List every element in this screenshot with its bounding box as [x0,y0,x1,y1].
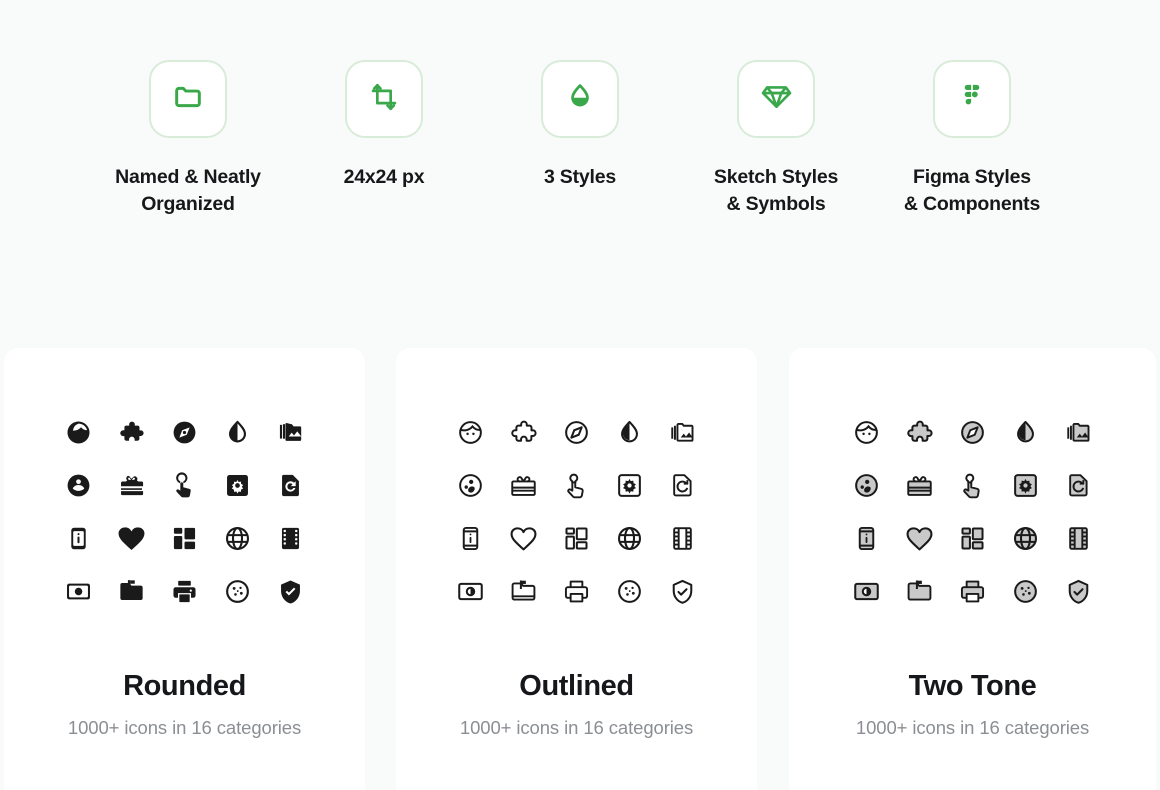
globe-language-icon[interactable] [999,512,1052,565]
icon-grid-outlined [444,406,709,618]
settings-gear-square-icon[interactable] [603,459,656,512]
card-title-rounded: Rounded [123,670,246,702]
figma-logo-icon [957,82,987,117]
cookie-icon[interactable] [211,565,264,618]
verified-shield-icon[interactable] [1052,565,1105,618]
printer-icon[interactable] [158,565,211,618]
water-drop-contrast-icon[interactable] [999,406,1052,459]
feature-label-4: Figma Styles & Components [903,166,1041,215]
feature-item-0: Named & Neatly Organized [90,60,286,218]
touch-app-icon[interactable] [158,459,211,512]
cookie-icon[interactable] [999,565,1052,618]
drive-folder-upload-icon[interactable] [497,565,550,618]
film-strip-icon[interactable] [1052,512,1105,565]
compass-explore-icon[interactable] [946,406,999,459]
settings-gear-square-icon[interactable] [211,459,264,512]
feature-label-1: 24x24 px [343,166,425,188]
verified-shield-icon[interactable] [264,565,317,618]
water-drop-icon [564,81,596,118]
card-giftcard-icon[interactable] [105,459,158,512]
heart-favorite-icon[interactable] [893,512,946,565]
brightness-contrast-icon[interactable] [444,565,497,618]
film-strip-icon[interactable] [264,512,317,565]
feature-icon-box-1 [345,60,423,138]
water-drop-contrast-icon[interactable] [211,406,264,459]
dashboard-layout-icon[interactable] [946,512,999,565]
drive-folder-upload-icon[interactable] [105,565,158,618]
diamond-sketch-icon [760,80,793,118]
card-title-twotone: Two Tone [908,670,1037,702]
feature-icon-box-4 [933,60,1011,138]
restore-page-icon[interactable] [1052,459,1105,512]
cookie-icon[interactable] [603,565,656,618]
style-card-twotone[interactable]: Two Tone 1000+ icons in 16 categories [789,348,1156,790]
puzzle-piece-icon[interactable] [893,406,946,459]
feature-icon-box-3 [737,60,815,138]
group-people-icon[interactable] [444,459,497,512]
phone-info-icon[interactable] [52,512,105,565]
phone-info-icon[interactable] [444,512,497,565]
style-cards-row: Rounded 1000+ icons in 16 categories Out… [0,348,1160,790]
group-people-icon[interactable] [840,459,893,512]
compass-explore-icon[interactable] [550,406,603,459]
globe-language-icon[interactable] [603,512,656,565]
face-child-icon[interactable] [840,406,893,459]
feature-label-2: 3 Styles [543,166,617,188]
face-child-icon[interactable] [52,406,105,459]
printer-icon[interactable] [550,565,603,618]
feature-item-2: 3 Styles [482,60,678,191]
globe-language-icon[interactable] [211,512,264,565]
card-subtitle-outlined: 1000+ icons in 16 categories [459,717,694,738]
photo-library-icon[interactable] [264,406,317,459]
verified-shield-icon[interactable] [656,565,709,618]
puzzle-piece-icon[interactable] [105,406,158,459]
feature-icon-box-2 [541,60,619,138]
feature-item-3: Sketch Styles & Symbols [678,60,874,218]
touch-app-icon[interactable] [946,459,999,512]
drive-folder-upload-icon[interactable] [893,565,946,618]
card-subtitle-twotone: 1000+ icons in 16 categories [855,717,1090,738]
card-giftcard-icon[interactable] [497,459,550,512]
heart-favorite-icon[interactable] [105,512,158,565]
feature-icon-box-0 [149,60,227,138]
style-card-rounded[interactable]: Rounded 1000+ icons in 16 categories [4,348,365,790]
feature-label-0: Named & Neatly Organized [115,166,261,215]
icon-grid-twotone [840,406,1105,618]
face-child-icon[interactable] [444,406,497,459]
printer-icon[interactable] [946,565,999,618]
compass-explore-icon[interactable] [158,406,211,459]
card-giftcard-icon[interactable] [893,459,946,512]
feature-item-4: Figma Styles & Components [874,60,1070,218]
brightness-contrast-icon[interactable] [840,565,893,618]
photo-library-icon[interactable] [656,406,709,459]
dashboard-layout-icon[interactable] [550,512,603,565]
card-subtitle-rounded: 1000+ icons in 16 categories [67,717,302,738]
icon-grid-rounded [52,406,317,618]
puzzle-piece-icon[interactable] [497,406,550,459]
group-people-icon[interactable] [52,459,105,512]
folder-icon [171,80,205,119]
heart-favorite-icon[interactable] [497,512,550,565]
restore-page-icon[interactable] [656,459,709,512]
film-strip-icon[interactable] [656,512,709,565]
feature-label-3: Sketch Styles & Symbols [713,166,839,215]
dashboard-layout-icon[interactable] [158,512,211,565]
phone-info-icon[interactable] [840,512,893,565]
restore-page-icon[interactable] [264,459,317,512]
card-title-outlined: Outlined [519,670,634,702]
brightness-contrast-icon[interactable] [52,565,105,618]
crop-resize-icon [368,81,400,118]
feature-item-1: 24x24 px [286,60,482,191]
photo-library-icon[interactable] [1052,406,1105,459]
touch-app-icon[interactable] [550,459,603,512]
style-card-outlined[interactable]: Outlined 1000+ icons in 16 categories [396,348,757,790]
feature-strip: Named & Neatly Organized 24x24 px 3 Styl… [0,0,1160,348]
settings-gear-square-icon[interactable] [999,459,1052,512]
water-drop-contrast-icon[interactable] [603,406,656,459]
